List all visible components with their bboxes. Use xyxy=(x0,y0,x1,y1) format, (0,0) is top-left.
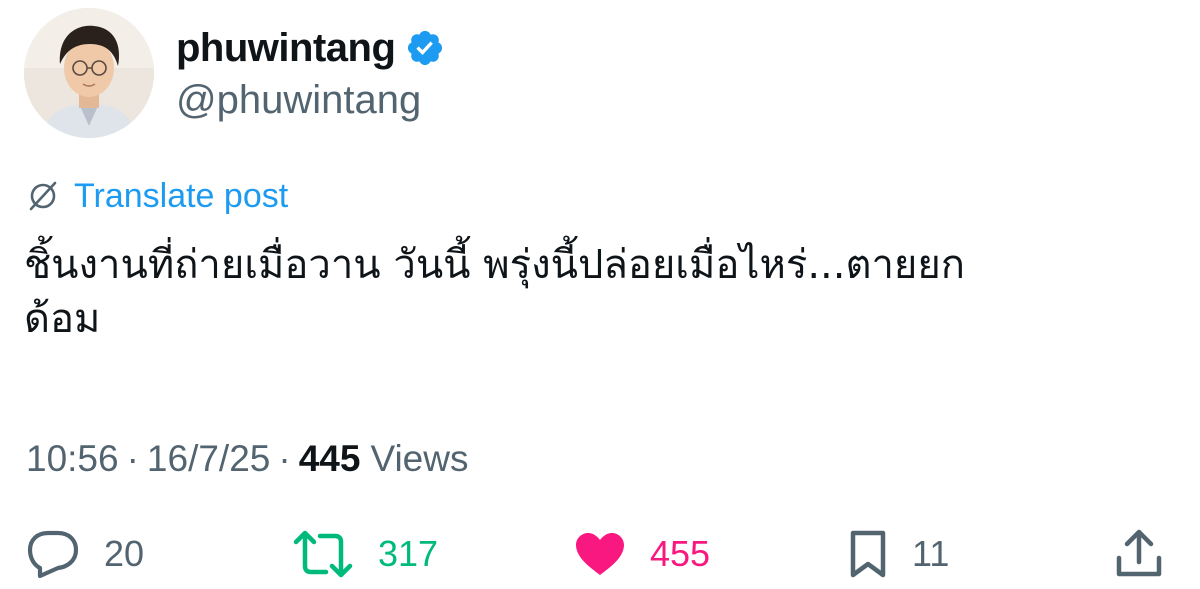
like-button[interactable]: 455 xyxy=(574,526,710,582)
post-date[interactable]: 16/7/25 xyxy=(147,438,270,480)
retweet-icon xyxy=(292,529,354,579)
profile-photo-icon xyxy=(24,8,154,138)
meta-separator: · xyxy=(278,438,291,479)
like-count: 455 xyxy=(650,533,711,574)
post-time[interactable]: 10:56 xyxy=(26,438,119,480)
bookmark-count: 11 xyxy=(912,533,950,574)
views-count: 445 xyxy=(298,438,361,479)
share-button[interactable] xyxy=(1114,526,1164,582)
user-handle[interactable]: @phuwintang xyxy=(176,78,421,123)
retweet-count: 317 xyxy=(378,533,439,574)
post-text: ชิ้นงานที่ถ่ายเมื่อวาน วันนี้ พรุ่งนี้ปล… xyxy=(24,238,1134,346)
reply-icon xyxy=(26,529,80,579)
translate-post-button[interactable]: Translate post xyxy=(26,176,288,216)
bookmark-icon xyxy=(848,528,888,580)
heart-icon xyxy=(574,531,626,577)
display-name[interactable]: phuwintang xyxy=(176,26,396,71)
user-name-row[interactable]: phuwintang xyxy=(176,20,445,76)
post-meta: 10:56 · 16/7/25 · 445 Views xyxy=(26,438,468,480)
meta-separator: · xyxy=(126,438,139,479)
views-label: Views xyxy=(370,438,469,479)
post-text-line-1: ชิ้นงานที่ถ่ายเมื่อวาน วันนี้ พรุ่งนี้ปล… xyxy=(24,242,966,288)
avatar[interactable] xyxy=(24,8,154,138)
retweet-button[interactable]: 317 xyxy=(292,526,438,582)
reply-button[interactable]: 20 xyxy=(26,526,144,582)
reply-count: 20 xyxy=(104,533,145,574)
share-icon xyxy=(1114,528,1164,580)
post-text-line-2: ด้อม xyxy=(24,296,101,342)
translate-post-label[interactable]: Translate post xyxy=(74,177,288,216)
bookmark-button[interactable]: 11 xyxy=(848,526,949,582)
globe-icon xyxy=(26,179,60,213)
verified-badge-icon xyxy=(405,28,445,68)
